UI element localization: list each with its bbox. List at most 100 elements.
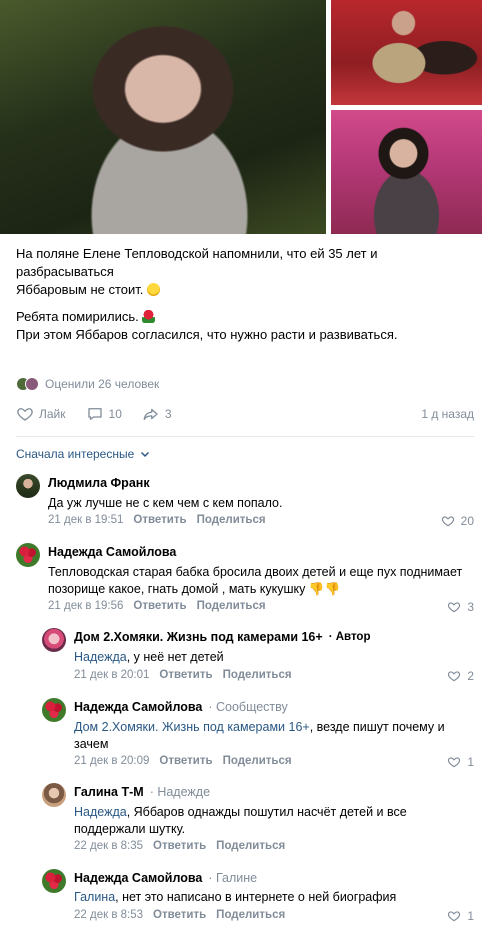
reply-button[interactable]: Ответить <box>153 909 206 921</box>
post-time[interactable]: 1 д назад <box>421 407 474 421</box>
comment-author[interactable]: Надежда Самойлова · Сообществу <box>74 700 288 714</box>
heart-icon <box>448 911 461 922</box>
comment: Надежда Самойлова Тепловодская старая ба… <box>16 543 474 623</box>
comment-reply: Дом 2.Хомяки. Жизнь под камерами 16+ · А… <box>42 628 474 688</box>
like-button[interactable]: Лайк <box>16 405 66 423</box>
post-photo-main[interactable] <box>0 0 326 234</box>
heart-icon <box>448 757 461 768</box>
comment-like-button[interactable]: 20 <box>441 514 474 528</box>
comment-text: Надежда, Яббаров однажды пошутил насчёт … <box>74 805 407 836</box>
post-text-line: Ребята помирились. <box>16 308 474 326</box>
like-label: Лайк <box>39 407 66 421</box>
reply-button[interactable]: Ответить <box>153 840 206 852</box>
comment-like-count: 3 <box>467 600 474 614</box>
mention-link[interactable]: Надежда <box>74 805 127 819</box>
mention-link[interactable]: Надежда <box>74 650 127 664</box>
heart-icon <box>441 516 454 527</box>
comment-like-button[interactable]: 2 <box>447 669 474 683</box>
heart-icon <box>448 602 461 613</box>
comment-like-count: 2 <box>467 669 474 683</box>
comment-text: Да уж лучше не с кем чем с кем попало. <box>48 496 283 510</box>
comment-like-count: 1 <box>467 755 474 769</box>
comment-text: Галина, нет это написано в интернете о н… <box>74 890 397 904</box>
comment-meta: 22 дек в 8:35 Ответить Поделиться <box>74 840 285 852</box>
photo-collage <box>0 0 482 234</box>
comment-meta: 21 дек в 19:56 Ответить Поделиться <box>48 600 266 612</box>
reply-button[interactable]: Ответить <box>133 600 186 612</box>
share-button[interactable]: 3 <box>142 405 172 423</box>
post-actions: Лайк 10 3 1 д назад <box>16 404 474 424</box>
comment-reply: Галина Т-М · Надежде Надежда, Яббаров од… <box>42 783 474 858</box>
share-comment-button[interactable]: Поделиться <box>223 669 292 681</box>
heart-icon <box>448 671 461 682</box>
avatar[interactable] <box>16 474 40 498</box>
post-text-line: На поляне Елене Тепловодской напомнили, … <box>16 246 378 279</box>
divider <box>16 436 474 437</box>
comment-author[interactable]: Людмила Франк <box>48 476 150 490</box>
author-badge: · Автор <box>328 631 371 643</box>
share-comment-button[interactable]: Поделиться <box>223 755 292 767</box>
liked-by-label: Оценили 26 человек <box>45 377 160 391</box>
comment-date[interactable]: 21 дек в 20:09 <box>74 755 149 767</box>
comment-icon <box>87 408 102 420</box>
shares-count: 3 <box>164 407 172 421</box>
reply-to-label: · Надежде <box>149 785 211 799</box>
comments-sort-dropdown[interactable]: Сначала интересные <box>16 447 150 461</box>
comment-like-count: 1 <box>467 909 474 923</box>
sort-label: Сначала интересные <box>16 447 135 461</box>
post-text-line: Яббаровым не стоит. <box>16 281 474 299</box>
comment-author[interactable]: Галина Т-М · Надежде <box>74 785 210 799</box>
avatar[interactable] <box>42 869 66 893</box>
avatar[interactable] <box>16 543 40 567</box>
mention-link[interactable]: Дом 2.Хомяки. Жизнь под камерами 16+ <box>74 720 310 734</box>
comment-like-button[interactable]: 1 <box>447 909 474 923</box>
comments-count: 10 <box>108 407 122 421</box>
post-text-line: При этом Яббаров согласился, что нужно р… <box>16 327 398 342</box>
reply-button[interactable]: Ответить <box>133 514 186 526</box>
comment-author[interactable]: Дом 2.Хомяки. Жизнь под камерами 16+ · А… <box>74 630 370 644</box>
avatar[interactable] <box>42 628 66 652</box>
comment-date[interactable]: 21 дек в 19:56 <box>48 600 123 612</box>
comment-date[interactable]: 22 дек в 8:53 <box>74 909 143 921</box>
avatar[interactable] <box>42 698 66 722</box>
post-text: На поляне Елене Тепловодской напомнили, … <box>16 245 474 344</box>
comment-reply: Надежда Самойлова · Галине Галина, нет э… <box>42 869 474 927</box>
avatar[interactable] <box>42 783 66 807</box>
comment-meta: 21 дек в 20:01 Ответить Поделиться <box>74 669 292 681</box>
share-comment-button[interactable]: Поделиться <box>197 514 266 526</box>
comment: Людмила Франк Да уж лучше не с кем чем с… <box>16 474 474 534</box>
comment-like-button[interactable]: 1 <box>447 755 474 769</box>
avatar <box>25 377 39 391</box>
comment-meta: 21 дек в 20:09 Ответить Поделиться <box>74 755 292 767</box>
post-photo-bottom-right[interactable] <box>331 110 482 234</box>
comment-like-count: 20 <box>460 514 474 528</box>
reply-button[interactable]: Ответить <box>159 669 212 681</box>
reply-to-label: · Сообществу <box>208 700 288 714</box>
rose-emoji <box>142 310 156 323</box>
comment-date[interactable]: 21 дек в 19:51 <box>48 514 123 526</box>
heart-icon <box>17 408 33 421</box>
post-page: На поляне Елене Тепловодской напомнили, … <box>0 0 482 930</box>
liked-avatars <box>16 377 39 391</box>
comment-author[interactable]: Надежда Самойлова <box>48 545 176 559</box>
share-icon <box>143 408 158 420</box>
grin-emoji <box>147 283 161 296</box>
comment-text: Надежда, у неё нет детей <box>74 650 224 664</box>
share-comment-button[interactable]: Поделиться <box>216 909 285 921</box>
comment-text: Тепловодская старая бабка бросила двоих … <box>48 565 463 596</box>
comments-button[interactable]: 10 <box>86 405 122 423</box>
reply-button[interactable]: Ответить <box>159 755 212 767</box>
comment-meta: 22 дек в 8:53 Ответить Поделиться <box>74 909 285 921</box>
share-comment-button[interactable]: Поделиться <box>197 600 266 612</box>
post-photo-top-right[interactable] <box>331 0 482 105</box>
liked-by[interactable]: Оценили 26 человек <box>16 377 159 391</box>
mention-link[interactable]: Галина <box>74 890 115 904</box>
chevron-down-icon <box>141 451 150 458</box>
comment-text: Дом 2.Хомяки. Жизнь под камерами 16+, ве… <box>74 720 445 751</box>
comment-date[interactable]: 21 дек в 20:01 <box>74 669 149 681</box>
comment-author[interactable]: Надежда Самойлова · Галине <box>74 871 257 885</box>
comment-date[interactable]: 22 дек в 8:35 <box>74 840 143 852</box>
thumbs-down-emoji: 👎👎 <box>308 582 341 596</box>
comment-like-button[interactable]: 3 <box>447 600 474 614</box>
share-comment-button[interactable]: Поделиться <box>216 840 285 852</box>
